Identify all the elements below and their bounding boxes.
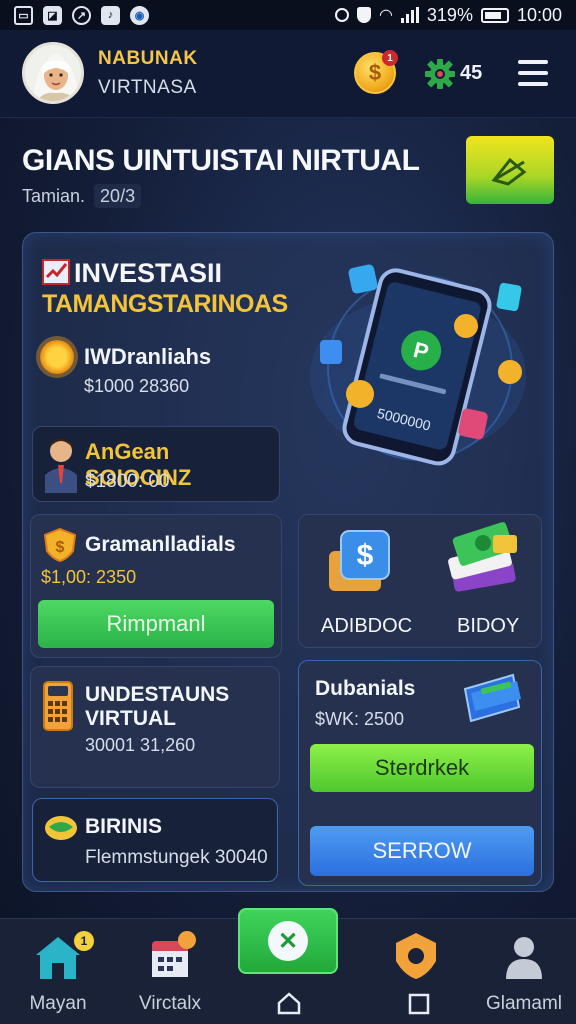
notification-badge: 1 <box>382 50 398 66</box>
battery-percentage: 319% <box>426 4 473 25</box>
undestauns-title-line1: UNDESTAUNS <box>85 683 230 706</box>
clock-time: 10:00 <box>516 4 562 25</box>
status-bar: ▭ ◪ ↗ ♪ ◉ ◠ 319% 10:00 <box>0 0 576 30</box>
nav-label-home: Mayan <box>29 993 87 1014</box>
system-square-icon <box>408 993 430 1015</box>
exchange-icon: ✕ <box>268 921 308 961</box>
birinis-value: Flemmstungek 30040 <box>85 847 268 868</box>
page-subtitle: Tamian. 20/3 <box>22 184 142 208</box>
businessman-icon <box>45 438 77 493</box>
investment-title: INVESTASII <box>42 258 222 289</box>
sterdrkek-button[interactable]: Sterdrkek <box>310 744 534 792</box>
profile-card[interactable]: AnGean SOIOCINZ $1800: 00 <box>32 426 280 502</box>
gear-icon[interactable] <box>424 58 456 90</box>
clock-icon: ↗ <box>72 5 91 25</box>
dollar-wallet-icon[interactable]: $ <box>327 529 393 595</box>
wallet-icon <box>463 673 521 723</box>
center-action-button[interactable]: ✕ <box>238 908 338 974</box>
investment-row-value: $1000 28360 <box>84 376 190 396</box>
user-profile-icon <box>506 937 542 979</box>
investment-title-text: INVESTASII <box>74 258 223 288</box>
coin-button[interactable]: $ 1 <box>354 50 398 94</box>
nav-item-profile[interactable]: Glamaml <box>474 919 574 1024</box>
svg-text:$: $ <box>357 539 374 572</box>
birinis-card[interactable]: BIRINIS Flemmstungek 30040 <box>32 798 278 882</box>
handshake-icon <box>45 816 77 840</box>
user-name: NABUNAK <box>98 48 198 69</box>
undestauns-card[interactable]: UNDESTAUNS VIRTUAL 30001 31,260 <box>30 666 280 788</box>
undestauns-title-line2: VIRTUAL <box>85 707 176 730</box>
gallery-icon: ◪ <box>43 5 62 25</box>
rimpmanl-button[interactable]: Rimpmanl <box>38 600 274 648</box>
battery-icon <box>480 7 509 23</box>
dollar-coin-icon: $ <box>368 60 382 85</box>
wifi-icon: ◠ <box>378 7 393 24</box>
cash-stack-icon[interactable] <box>445 521 525 601</box>
user-subtitle: VIRTNASA <box>98 77 197 98</box>
circle-status-icon <box>334 8 349 22</box>
dubanials-value: $WK: 2500 <box>315 709 405 729</box>
chart-check-icon <box>42 259 70 285</box>
gramanlad-title: Gramanlladials <box>85 533 236 556</box>
virtual-badge-icon <box>178 931 196 949</box>
dubanials-title: Dubanials <box>315 677 416 700</box>
shield-icon <box>396 933 436 979</box>
adibdoc-label: ADIBDOC <box>321 615 413 637</box>
nav-item-virtual[interactable]: Virctalx <box>120 919 220 1024</box>
home-badge: 1 <box>74 931 94 951</box>
icons-card: $ ADIBDOC BIDOY <box>298 514 542 648</box>
nav-label-profile: Glamaml <box>485 993 562 1014</box>
music-icon: ♪ <box>101 5 120 25</box>
phone-illustration: P 5000000 <box>300 248 536 478</box>
sun-coin-icon <box>40 340 74 374</box>
avatar[interactable] <box>22 42 84 104</box>
nav-label-virtual: Virctalx <box>139 993 201 1014</box>
system-home-icon <box>277 992 301 1015</box>
tag-arrow-icon <box>491 157 527 186</box>
hamburger-menu-icon[interactable] <box>518 60 548 86</box>
subtitle-value: 20/3 <box>94 184 142 208</box>
subtitle-prefix: Tamian. <box>22 186 86 206</box>
nav-item-shield[interactable] <box>372 919 462 1024</box>
birinis-title: BIRINIS <box>85 815 163 838</box>
page-title: GIANS UINTUISTAI NIRTUAL <box>22 144 420 177</box>
investment-subtitle: TAMANGSTARINOAS <box>42 290 288 318</box>
investment-row-label: IWDranliahs <box>84 344 212 369</box>
serrow-button[interactable]: SERROW <box>310 826 534 876</box>
top-action-button[interactable] <box>466 136 554 204</box>
profile-card-value: $1800: 00 <box>85 471 170 492</box>
shield-status-icon <box>356 7 371 23</box>
signal-icon <box>400 7 419 23</box>
nav-item-home[interactable]: 1 Mayan <box>8 919 108 1024</box>
app-header: NABUNAK VIRTNASA $ 1 45 <box>0 30 576 118</box>
svg-text:$: $ <box>56 539 65 556</box>
gear-count: 45 <box>460 62 483 84</box>
bidoy-label: BIDOY <box>457 615 520 637</box>
undestauns-value: 30001 31,260 <box>85 735 196 755</box>
image-icon: ▭ <box>14 5 33 25</box>
calculator-icon <box>43 681 73 731</box>
gramanlad-value: $1,00: 2350 <box>41 567 137 587</box>
settings-badge-icon: ◉ <box>130 5 149 25</box>
shield-dollar-icon: $ <box>43 527 77 563</box>
